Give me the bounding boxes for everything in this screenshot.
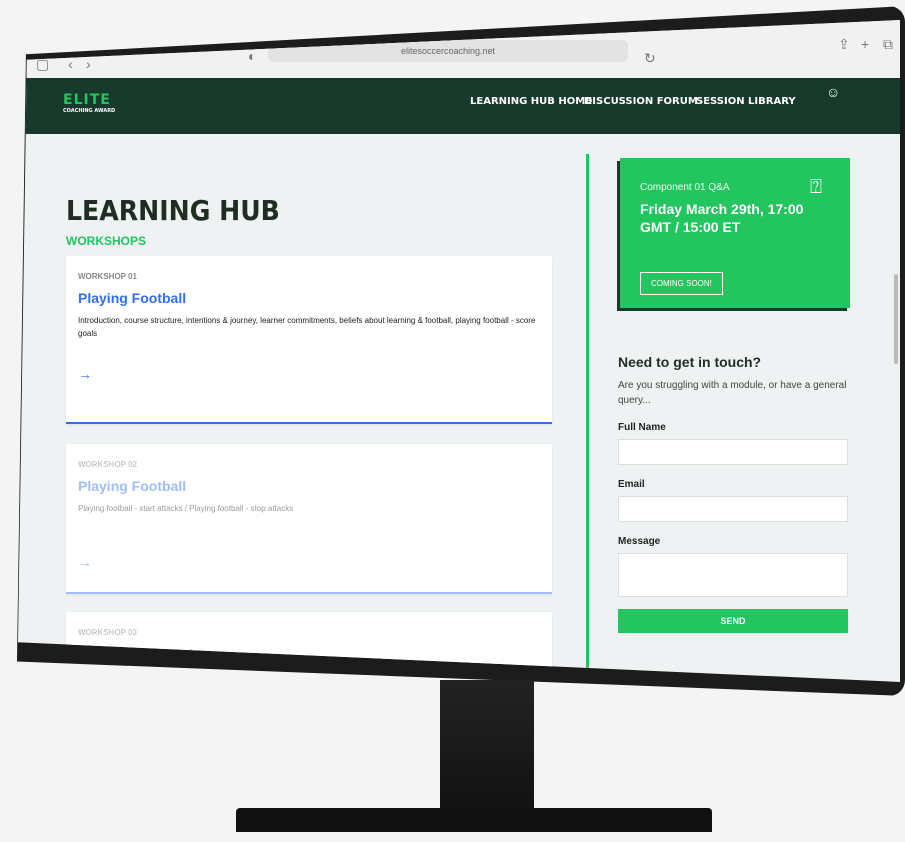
- workshop-description: Introduction, course structure, intentio…: [78, 316, 536, 338]
- workshop-card[interactable]: WORKSHOP 01 Playing Football Introductio…: [66, 256, 552, 424]
- arrow-right-icon[interactable]: →: [78, 554, 92, 570]
- tabs-icon[interactable]: ⧉: [883, 36, 893, 53]
- nav-discussion-forum[interactable]: DISCUSSION FORUM: [584, 96, 698, 107]
- site-logo[interactable]: ELITE COACHING AWARD: [63, 92, 115, 114]
- logo-subtitle: COACHING AWARD: [63, 108, 116, 114]
- card-underline: [66, 422, 552, 424]
- nav-learning-hub-home[interactable]: LEARNING HUB HOME: [470, 96, 592, 107]
- reload-icon[interactable]: ↻: [644, 50, 656, 67]
- browser-window: ▢ ‹ › ◐ elitesoccercoaching.net ↻ ⇪ + ⧉ …: [18, 20, 900, 682]
- card-underline: [66, 592, 552, 594]
- full-name-input[interactable]: [618, 439, 848, 465]
- back-icon[interactable]: ‹: [68, 56, 73, 72]
- workshop-label: WORKSHOP 03: [78, 628, 137, 637]
- workshop-card[interactable]: WORKSHOP 02 Playing Football Playing foo…: [66, 444, 552, 594]
- question-bubble-icon: ⍰: [810, 176, 822, 198]
- contact-heading: Need to get in touch?: [618, 354, 762, 370]
- new-tab-icon[interactable]: +: [861, 36, 869, 52]
- monitor: ▢ ‹ › ◐ elitesoccercoaching.net ↻ ⇪ + ⧉ …: [8, 6, 905, 696]
- promo-title: Component 01 Q&A: [640, 182, 730, 193]
- url-text: elitesoccercoaching.net: [400, 46, 496, 56]
- monitor-stand: [440, 680, 534, 820]
- message-input[interactable]: [618, 553, 848, 597]
- contact-subtext: Are you struggling with a module, or hav…: [618, 380, 847, 406]
- send-button[interactable]: SEND: [618, 609, 848, 633]
- section-heading: WORKSHOPS: [66, 234, 147, 248]
- workshop-title[interactable]: Playing Football: [78, 290, 186, 306]
- email-label: Email: [618, 479, 645, 490]
- message-label: Message: [618, 536, 661, 547]
- privacy-icon: ◐: [248, 48, 257, 64]
- forward-icon[interactable]: ›: [86, 56, 91, 72]
- qa-promo-card: ⍰ Component 01 Q&A Friday March 29th, 17…: [620, 158, 850, 308]
- workshop-description: Playing football - start attacks / Playi…: [78, 504, 294, 513]
- workshop-label: WORKSHOP 02: [78, 460, 137, 469]
- contact-form: Need to get in touch? Are you struggling…: [618, 354, 868, 633]
- workshop-label: WORKSHOP 01: [78, 272, 137, 281]
- content-divider: [586, 154, 589, 674]
- scrollbar[interactable]: [894, 274, 898, 364]
- logo-text: ELITE: [63, 92, 111, 108]
- nav-session-library[interactable]: SESSION LIBRARY: [696, 96, 796, 107]
- user-icon[interactable]: ☺: [826, 84, 844, 102]
- share-icon[interactable]: ⇪: [838, 36, 850, 53]
- promo-datetime: Friday March 29th, 17:00 GMT / 15:00 ET: [640, 201, 804, 235]
- email-input[interactable]: [618, 496, 848, 522]
- monitor-base: [236, 808, 712, 832]
- coming-soon-badge[interactable]: COMING SOON!: [640, 272, 723, 295]
- page-title: LEARNING HUB: [66, 194, 280, 227]
- workshop-title[interactable]: Playing Football: [78, 478, 186, 494]
- main-content: LEARNING HUB WORKSHOPS WORKSHOP 01 Playi…: [18, 134, 900, 682]
- arrow-right-icon[interactable]: →: [78, 366, 92, 382]
- full-name-label: Full Name: [618, 422, 666, 433]
